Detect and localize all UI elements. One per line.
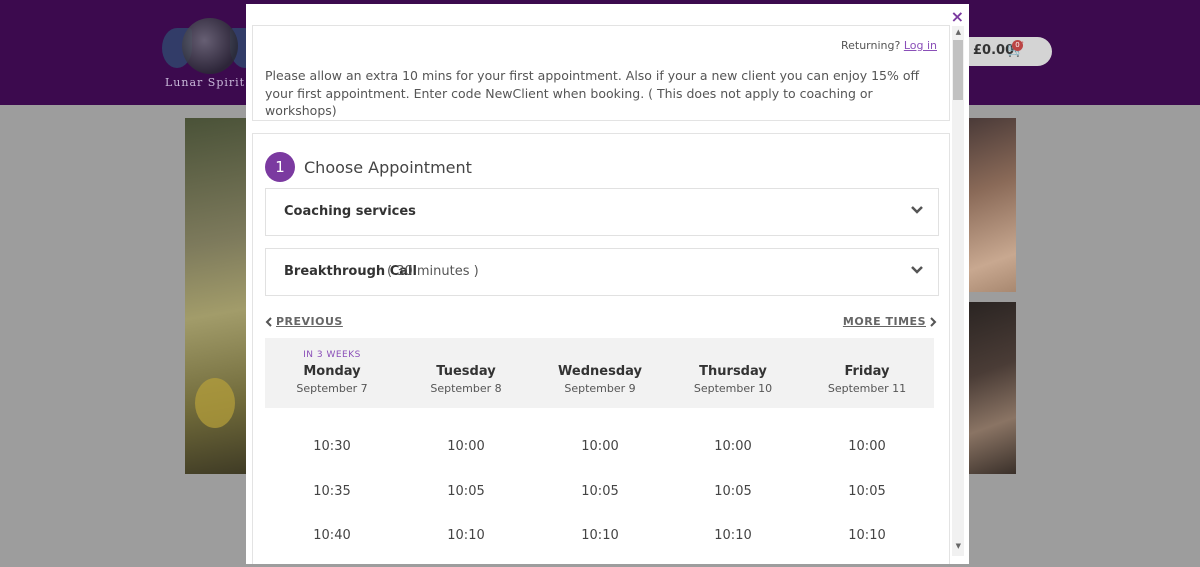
- category-select[interactable]: Coaching services: [265, 188, 939, 236]
- moon-icon: [182, 18, 238, 74]
- site-logo[interactable]: Lunar Spirit W: [160, 10, 261, 95]
- scroll-up-icon[interactable]: ▲: [956, 28, 961, 36]
- previous-label: PREVIOUS: [276, 315, 343, 328]
- time-slot-button[interactable]: 10:05: [800, 484, 934, 499]
- close-icon[interactable]: ×: [951, 9, 964, 25]
- step-number-badge: 1: [265, 152, 295, 182]
- day-name: Friday: [844, 364, 890, 379]
- time-slot-button[interactable]: 10:05: [399, 484, 533, 499]
- time-slot-button[interactable]: 10:00: [800, 439, 934, 454]
- hero-image-right-bottom: [968, 302, 1016, 474]
- time-slot-button[interactable]: 10:10: [800, 528, 934, 543]
- day-column-header: Friday September 11: [800, 338, 934, 408]
- hero-image-left: [185, 118, 247, 474]
- modal-scrollbar[interactable]: [952, 26, 964, 556]
- time-slot-button[interactable]: 10:10: [399, 528, 533, 543]
- day-column-header: Tuesday September 8: [399, 338, 533, 408]
- more-times-label: MORE TIMES: [842, 315, 926, 328]
- returning-label: Returning?: [840, 39, 901, 52]
- day-name: Thursday: [699, 364, 767, 379]
- booking-modal: × ▲ ▼ Returning? Log in Please allow an …: [246, 4, 969, 564]
- service-duration: ( 30 minutes ): [387, 264, 479, 279]
- day-date: September 8: [430, 382, 502, 395]
- category-label: Coaching services: [284, 204, 416, 219]
- hero-image-right-top: [968, 118, 1016, 292]
- time-slot-button[interactable]: 10:35: [265, 484, 399, 499]
- day-name: Monday: [303, 364, 361, 379]
- day-column-header: Thursday September 10: [666, 338, 800, 408]
- time-slot-button[interactable]: 10:05: [666, 484, 800, 499]
- scroll-down-icon[interactable]: ▼: [956, 542, 961, 550]
- days-header: IN 3 WEEKS Monday September 7 Tuesday Se…: [265, 338, 934, 408]
- scrollbar-thumb[interactable]: [953, 40, 963, 100]
- day-date: September 11: [827, 382, 907, 395]
- chevron-down-icon: [911, 206, 923, 214]
- intro-panel: Returning? Log in Please allow an extra …: [252, 25, 950, 121]
- time-slot-button[interactable]: 10:10: [666, 528, 800, 543]
- day-date: September 9: [564, 382, 636, 395]
- chevron-down-icon: [911, 266, 923, 274]
- appointment-panel: 1 Choose Appointment Coaching services B…: [252, 133, 950, 564]
- chevron-left-icon: [265, 316, 272, 327]
- intro-message: Please allow an extra 10 mins for your f…: [265, 68, 920, 118]
- day-column-header: IN 3 WEEKS Monday September 7: [265, 338, 399, 408]
- time-slot-button[interactable]: 10:00: [666, 439, 800, 454]
- cart-count-badge: 0: [1012, 40, 1023, 51]
- time-slot-button[interactable]: 10:10: [533, 528, 667, 543]
- day-name: Tuesday: [436, 364, 496, 379]
- day-name: Wednesday: [558, 364, 642, 379]
- time-slot-button[interactable]: 10:40: [265, 528, 399, 543]
- time-slot-button[interactable]: 10:00: [399, 439, 533, 454]
- chevron-right-icon: [930, 316, 937, 327]
- more-times-button[interactable]: MORE TIMES: [843, 315, 937, 328]
- day-date: September 10: [693, 382, 773, 395]
- time-slot-button[interactable]: 10:05: [533, 484, 667, 499]
- day-column-header: Wednesday September 9: [533, 338, 667, 408]
- previous-button[interactable]: PREVIOUS: [265, 315, 343, 328]
- step-title: Choose Appointment: [304, 158, 472, 177]
- login-link[interactable]: Log in: [904, 39, 937, 52]
- returning-prompt: Returning? Log in: [841, 39, 937, 52]
- day-date: September 7: [296, 382, 368, 395]
- cart-button[interactable]: £0.00 🛒 0: [955, 37, 1052, 66]
- hero-image-detail: [195, 378, 235, 428]
- day-tag: IN 3 WEEKS: [303, 350, 361, 360]
- service-select[interactable]: Breakthrough Call ( 30 minutes ): [265, 248, 939, 296]
- time-slot-button[interactable]: 10:30: [265, 439, 399, 454]
- time-slot-button[interactable]: 10:00: [533, 439, 667, 454]
